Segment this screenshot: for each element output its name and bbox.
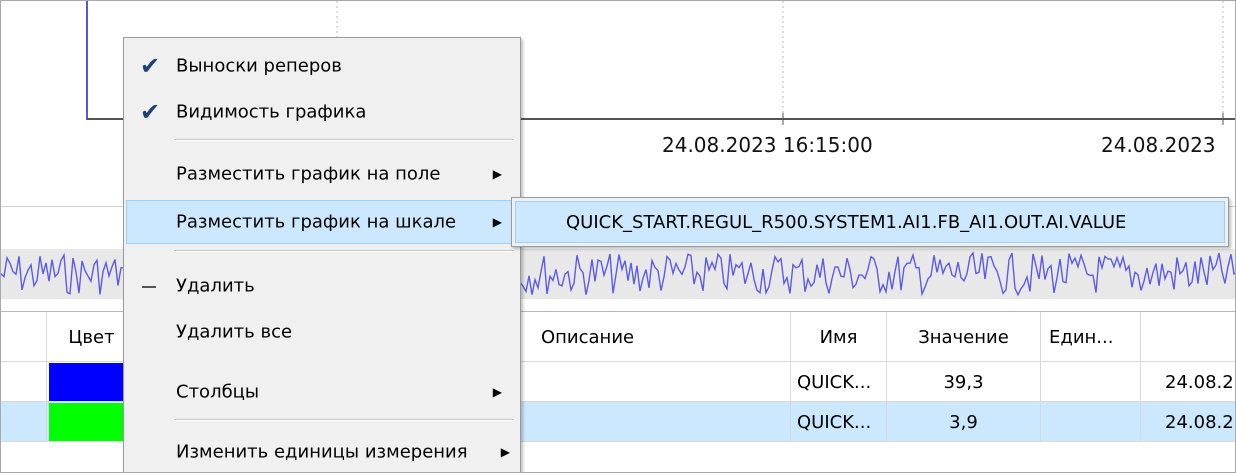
menu-item-delete[interactable]: Удалить	[126, 264, 518, 308]
menu-item-place-on-scale[interactable]: Разместить график на шкале ▶	[126, 200, 518, 244]
header-spacer	[1, 312, 47, 362]
scale-submenu: QUICK_START.REGUL_R500.SYSTEM1.AI1.FB_AI…	[511, 197, 1229, 247]
time-tick-label: 24.08.2023 16:15:00	[662, 133, 873, 157]
submenu-arrow-icon: ▶	[500, 445, 510, 459]
submenu-item-scale-variable[interactable]: QUICK_START.REGUL_R500.SYSTEM1.AI1.FB_AI…	[515, 201, 1225, 243]
column-header-name[interactable]: Имя	[791, 312, 887, 362]
cell-unit	[1041, 362, 1141, 402]
cell-value: 39,3	[887, 362, 1041, 402]
checkmark-icon: ✔	[140, 98, 161, 126]
trend-viewer: 24.08.2023 16:15:00 24.08.2023 Цвет Опис…	[0, 0, 1236, 473]
color-swatch	[49, 363, 129, 401]
menu-separator	[174, 139, 514, 141]
row-spacer	[1, 362, 47, 402]
context-menu: ✔ Выноски реперов ✔ Видимость графика Ра…	[123, 37, 521, 472]
cell-unit	[1041, 402, 1141, 442]
column-header-time[interactable]	[1141, 312, 1235, 362]
checkmark-icon: ✔	[140, 52, 161, 80]
menu-item-place-on-field[interactable]: Разместить график на поле ▶	[126, 152, 518, 196]
cell-time: 24.08.2	[1165, 371, 1234, 393]
minus-icon	[142, 286, 156, 288]
menu-item-chart-visibility[interactable]: ✔ Видимость графика	[126, 90, 518, 134]
submenu-arrow-icon: ▶	[492, 385, 502, 399]
cell-name: QUICK...	[791, 402, 887, 442]
menu-item-change-units[interactable]: Изменить единицы измерения ▶	[126, 430, 518, 472]
column-header-value[interactable]: Значение	[887, 312, 1041, 362]
cell-name: QUICK...	[791, 362, 887, 402]
time-tick-label: 24.08.2023	[1101, 133, 1216, 157]
column-header-unit[interactable]: Един...	[1041, 312, 1141, 362]
menu-item-marker-callouts[interactable]: ✔ Выноски реперов	[126, 44, 518, 88]
menu-separator	[174, 419, 514, 421]
cell-time: 24.08.2	[1165, 411, 1234, 433]
submenu-arrow-icon: ▶	[492, 167, 502, 181]
menu-item-columns[interactable]: Столбцы ▶	[126, 370, 518, 414]
cell-value: 3,9	[887, 402, 1041, 442]
menu-separator	[174, 250, 514, 252]
menu-item-delete-all[interactable]: Удалить все	[126, 310, 518, 354]
row-spacer	[1, 402, 47, 442]
color-swatch	[49, 403, 129, 441]
submenu-arrow-icon: ▶	[492, 215, 502, 229]
